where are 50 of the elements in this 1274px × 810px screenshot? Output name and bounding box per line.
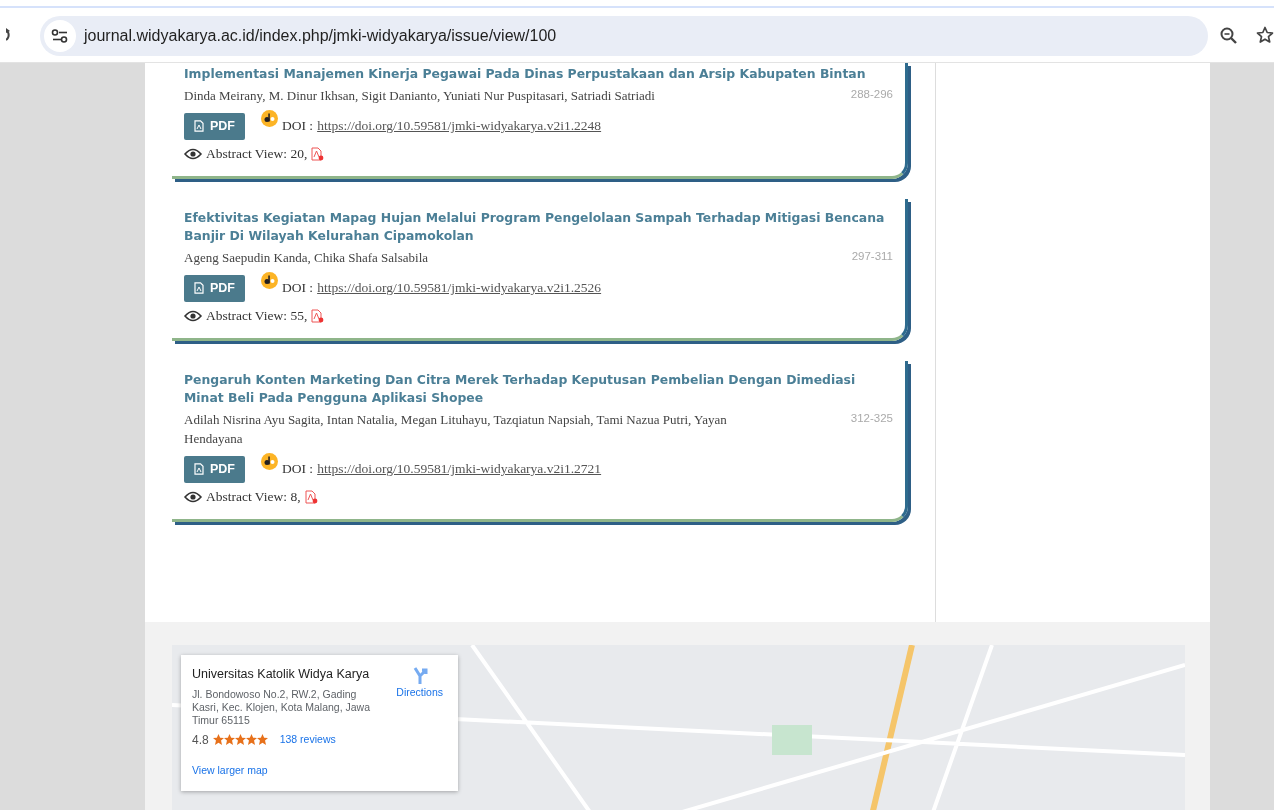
map-placeholder[interactable]: Universitas Katolik Widya Karya Jl. Bondowoso No.2, RW.2, Gading Kasri, Kec. Klojen, Kota Malang, Jawa Timur 65115 Directions 4.8 138 reviews View larger map — [172, 645, 1185, 810]
place-name: Universitas Katolik Widya Karya — [192, 666, 371, 683]
star-icon — [212, 734, 224, 746]
doi-label: DOI : — [282, 279, 314, 298]
star-icon — [256, 734, 268, 746]
doi-icon — [261, 453, 278, 471]
reviews-link[interactable]: 138 reviews — [279, 731, 336, 748]
pdf-button[interactable]: PDF — [184, 113, 245, 140]
abstract-view-count: Abstract View: 55, — [206, 306, 308, 325]
abstract-view-count: Abstract View: 8, — [206, 487, 301, 506]
document-icon — [194, 120, 204, 133]
pdf-file-icon — [311, 308, 325, 323]
page-range: 312-325 — [850, 411, 893, 426]
article-authors: Adilah Nisrina Ayu Sagita, Intan Natalia, Megan Lituhayu, Tazqiatun Napsiah, Tami Nazua Putri, Yayan Hendayana — [184, 411, 728, 448]
doi-link[interactable]: https://doi.org/10.59581/jmki-widyakarya.v2i1.2248 — [317, 116, 602, 137]
star-icon — [234, 734, 246, 746]
document-icon — [194, 463, 204, 476]
doi-link[interactable]: https://doi.org/10.59581/jmki-widyakarya.v2i1.2526 — [317, 278, 602, 299]
view-larger-map-link[interactable]: View larger map — [192, 763, 268, 776]
article-title-link[interactable]: Implementasi Manajemen Kinerja Pegawai Pada Dinas Perpustakaan dan Arsip Kabupaten Bintan — [184, 65, 893, 83]
eye-icon — [184, 490, 202, 503]
eye-icon — [184, 309, 202, 322]
doi-link[interactable]: https://doi.org/10.59581/jmki-widyakarya.v2i1.2721 — [317, 459, 602, 480]
doi-icon — [261, 272, 278, 290]
article-authors: Ageng Saepudin Kanda, Chika Shafa Salsabila — [184, 249, 429, 267]
pdf-file-icon — [304, 489, 318, 504]
star-icon — [245, 734, 257, 746]
page-range: 297-311 — [851, 249, 893, 264]
address-bar[interactable]: journal.widyakarya.ac.id/index.php/jmki-widyakarya/issue/view/100 — [40, 16, 1208, 56]
eye-icon — [184, 147, 202, 160]
doi-icon — [261, 110, 278, 128]
site-settings-icon[interactable] — [51, 29, 69, 43]
document-icon — [194, 282, 204, 295]
article-title-link[interactable]: Pengaruh Konten Marketing Dan Citra Merek Terhadap Keputusan Pembelian Dengan Dimediasi Minat Beli Pada Pengguna Aplikasi Shopee — [184, 371, 893, 407]
bookmark-star-icon[interactable] — [1256, 26, 1274, 44]
place-address: Jl. Bondowoso No.2, RW.2, Gading Kasri, Kec. Klojen, Kota Malang, Jawa Timur 65115 — [192, 687, 371, 727]
doi-label: DOI : — [282, 460, 314, 479]
pdf-file-icon — [311, 146, 325, 161]
doi-label: DOI : — [282, 117, 314, 136]
star-icon — [223, 734, 235, 746]
pdf-button[interactable]: PDF — [184, 456, 245, 483]
page-range: 288-296 — [850, 87, 893, 102]
pdf-button[interactable]: PDF — [184, 275, 245, 302]
rating-value: 4.8 — [192, 731, 209, 749]
directions-link[interactable]: Directions — [396, 667, 443, 727]
zoom-out-icon[interactable] — [1220, 27, 1238, 45]
abstract-view-count: Abstract View: 20, — [206, 144, 308, 163]
article-authors: Dinda Meirany, M. Dinur Ikhsan, Sigit Danianto, Yuniati Nur Puspitasari, Satriadi Satriadi — [184, 87, 655, 105]
url-text: journal.widyakarya.ac.id/index.php/jmki-widyakarya/issue/view/100 — [84, 26, 557, 46]
article-title-link[interactable]: Efektivitas Kegiatan Mapag Hujan Melalui Program Pengelolaan Sampah Terhadap Mitigasi Bencana Banjir Di Wilayah Kelurahan Cipamokolan — [184, 209, 893, 245]
